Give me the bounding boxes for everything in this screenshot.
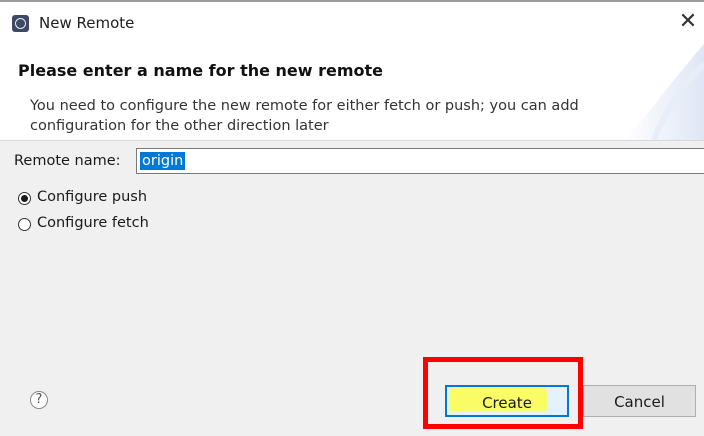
title-bar: New Remote ✕	[0, 0, 704, 44]
configure-push-label[interactable]: Configure push	[37, 189, 147, 205]
remote-name-input[interactable]: origin	[136, 148, 704, 174]
annotation-box	[423, 357, 583, 429]
dialog-header: Please enter a name for the new remote Y…	[0, 44, 704, 140]
header-message: You need to configure the new remote for…	[30, 98, 579, 134]
cancel-button[interactable]: Cancel	[583, 385, 696, 417]
remote-name-label: Remote name:	[14, 153, 121, 169]
configure-push-radio[interactable]	[18, 192, 31, 205]
header-title: Please enter a name for the new remote	[18, 61, 384, 80]
window-title: New Remote	[39, 14, 135, 32]
close-icon[interactable]: ✕	[676, 8, 700, 36]
configure-fetch-radio[interactable]	[18, 218, 31, 231]
help-icon[interactable]: ?	[30, 391, 48, 409]
app-icon	[12, 15, 29, 32]
remote-name-value[interactable]: origin	[140, 152, 186, 170]
dialog-body: Remote name: origin Configure push Confi…	[0, 140, 704, 436]
configure-fetch-label[interactable]: Configure fetch	[37, 215, 149, 231]
